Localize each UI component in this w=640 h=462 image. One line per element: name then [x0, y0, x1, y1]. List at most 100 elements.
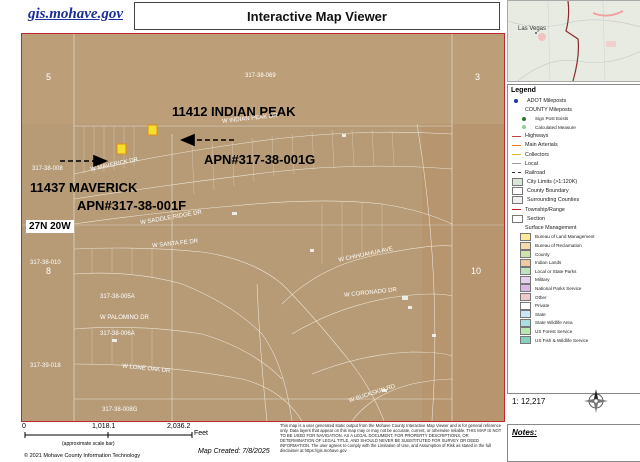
legend-item: Township/Range [508, 205, 640, 214]
locator-map-canvas [508, 1, 640, 81]
legend-item: Bureau of Land Management [508, 232, 640, 242]
north-arrow-icon [584, 388, 608, 414]
legend-item-label: US Forest Service [535, 328, 573, 334]
section-8: 8 [46, 266, 52, 276]
legend-swatch-icon [520, 318, 531, 327]
inset-city-label: Las Vegas [518, 26, 547, 32]
legend-item-label: Highways [525, 133, 549, 140]
legend-item-label: County Boundary [527, 188, 569, 195]
disclaimer-text: This map is a user generated static outp… [280, 423, 502, 454]
legend-item: Private [508, 301, 640, 310]
legend-swatch-icon [520, 327, 531, 336]
legend-item-label: Calculated Measure [535, 124, 576, 130]
legend-item-label: US Fish & Wildlife Service [535, 337, 589, 343]
legend-item: National Parks Service [508, 284, 640, 293]
legend-swatch-icon [520, 241, 531, 250]
legend-item: Surrounding Counties [508, 196, 640, 205]
legend-item: US Forest Service [508, 327, 640, 336]
legend-item: Highways [508, 132, 640, 141]
legend-panel: Legend ADOT Mileposts COUNTY Mileposts Sig… [507, 84, 640, 394]
legend-swatch-icon [520, 232, 531, 241]
legend-item-label: ADOT Mileposts [527, 97, 567, 104]
apn-001g: APN#317-38-001G [204, 152, 316, 167]
legend-swatch-icon [520, 284, 531, 293]
parcel-marker-peak [147, 124, 158, 136]
legend-swatch-icon [520, 250, 531, 259]
legend-swatch-icon [512, 196, 523, 205]
legend-swatch-icon [520, 293, 531, 302]
legend-swatch-icon [520, 336, 531, 345]
legend-list: ADOT Mileposts COUNTY Mileposts Sign Post … [508, 96, 640, 345]
legend-swatch-icon [520, 258, 531, 267]
legend-item-label: Sign Post Exists [535, 116, 569, 122]
legend-swatch-icon [512, 214, 523, 223]
legend-line-icon [512, 135, 521, 137]
legend-item-label: Section [527, 215, 545, 222]
legend-line-icon [512, 163, 521, 165]
address-maverick: 11437 MAVERICK [30, 180, 138, 195]
parcel-label: 317-38-010 [30, 260, 61, 266]
legend-item-label: COUNTY Mileposts [525, 106, 572, 113]
legend-item: Collectors [508, 150, 640, 159]
legend-item-label: Collectors [525, 151, 549, 158]
legend-item-label: County [535, 251, 550, 257]
parcel-label: 317-38-005A [100, 294, 135, 300]
legend-item: County Boundary [508, 187, 640, 196]
legend-swatch-icon [512, 178, 523, 187]
legend-item: Sign Post Exists [508, 114, 640, 123]
parcel-label: 317-38-008G [102, 407, 138, 413]
notes-label: Notes: [512, 428, 537, 437]
legend-spacer [512, 225, 521, 231]
street-label: W PALOMINO DR [100, 315, 149, 321]
legend-item-label: National Parks Service [535, 285, 582, 291]
legend-item-label: Local [525, 160, 538, 167]
legend-item: County [508, 250, 640, 259]
legend-item: Section [508, 214, 640, 223]
scale-bar: 0 1,018.1 2,036.2 Feet [22, 423, 222, 440]
legend-line-icon [512, 154, 521, 156]
legend-item: Main Arterials [508, 141, 640, 150]
legend-item: Military [508, 275, 640, 285]
scale-tick-2: 2,036.2 [167, 423, 191, 430]
legend-item-label: Main Arterials [525, 142, 558, 149]
legend-title: Legend [511, 87, 536, 94]
legend-item: State [508, 310, 640, 319]
parcel-marker-maverick [116, 143, 127, 155]
site-link[interactable]: gis.mohave.gov [28, 6, 123, 23]
legend-item: Calculated Measure [508, 123, 640, 132]
map-frame[interactable]: 11412 INDIAN PEAK APN#317-38-001G 11437 … [21, 33, 505, 422]
legend-dot-icon [522, 125, 526, 130]
title-box: Interactive Map Viewer [134, 2, 500, 30]
legend-item-label: Surface Management [525, 225, 577, 232]
scale-tick-1: 1,018.1 [92, 423, 116, 430]
parcel-label: 317-38-006A [100, 331, 135, 337]
legend-item-label: Township/Range [525, 206, 565, 213]
legend-line-icon [512, 209, 521, 211]
map-created-date: Map Created: 7/8/2025 [198, 448, 270, 455]
legend-swatch-icon [520, 301, 531, 310]
legend-item: Local or State Parks [508, 267, 640, 276]
legend-item: Bureau of Reclamation [508, 241, 640, 250]
legend-rail-icon [512, 172, 521, 174]
legend-item: Indian Lands [508, 258, 640, 267]
section-3: 3 [475, 72, 481, 82]
legend-swatch-icon [512, 187, 523, 196]
section-10: 10 [471, 266, 482, 276]
legend-item: Local [508, 159, 640, 168]
legend-item-label: City Limits (>1:120K) [527, 179, 578, 186]
legend-item-label: Military [535, 277, 550, 283]
legend-item-label: Bureau of Land Management [535, 234, 595, 240]
legend-spacer [512, 107, 521, 113]
legend-item: ADOT Mileposts [508, 96, 640, 105]
township-range-label: 27N 20W [26, 220, 74, 233]
legend-item: US Fish & Wildlife Service [508, 336, 640, 345]
legend-item-label: Surrounding Counties [527, 197, 580, 204]
legend-swatch-icon [520, 310, 531, 319]
legend-line-icon [512, 144, 521, 146]
locator-map[interactable]: Las Vegas [507, 0, 640, 82]
legend-item-label: Other [535, 294, 547, 300]
legend-dot-icon [522, 116, 526, 121]
parcel-label: 317-39-018 [30, 363, 61, 369]
scale-tick-0: 0 [22, 423, 26, 430]
parcel-label: 317-38-069 [245, 73, 276, 79]
